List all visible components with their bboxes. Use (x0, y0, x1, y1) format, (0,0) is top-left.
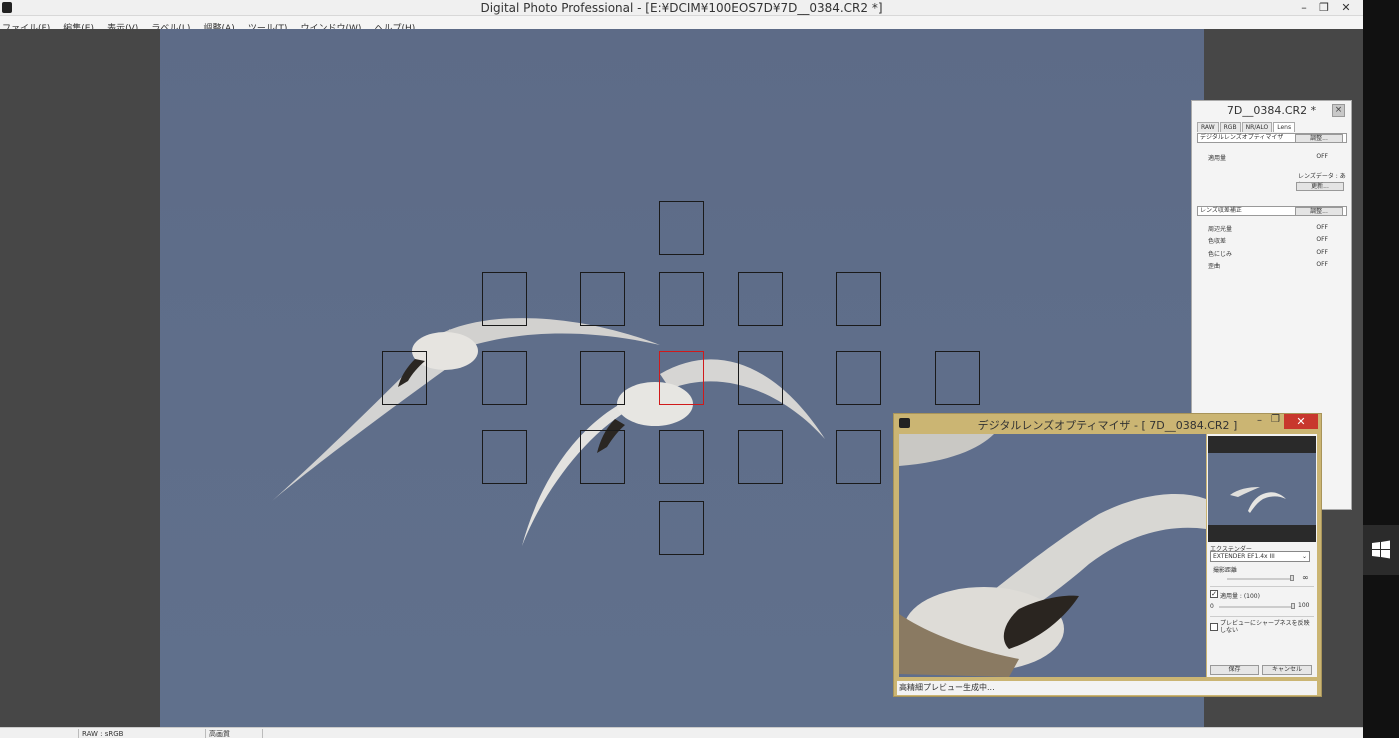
aberration-row: 歪曲 OFF (1208, 261, 1328, 270)
distance-slider-track[interactable] (1227, 578, 1293, 580)
sharpness-checkbox[interactable] (1210, 623, 1218, 631)
distance-slider-handle[interactable] (1290, 575, 1294, 581)
palette-tabs: RAW RGB NR/ALO Lens (1197, 122, 1296, 132)
divider (1210, 586, 1314, 587)
extender-value: EXTENDER EF1.4x III (1213, 553, 1275, 560)
distance-infinity: ∞ (1302, 573, 1309, 582)
af-point (382, 351, 427, 405)
af-point (738, 351, 783, 405)
af-point (580, 272, 625, 326)
af-point (836, 272, 881, 326)
status-divider (262, 729, 266, 738)
aberration-row-value: OFF (1316, 224, 1328, 231)
restore-button[interactable]: ❐ (1314, 0, 1334, 15)
aberration-row-label: 色収差 (1208, 238, 1227, 245)
close-button[interactable]: ✕ (1336, 0, 1356, 15)
tab-nr-alo[interactable]: NR/ALO (1241, 122, 1273, 132)
tab-rgb[interactable]: RGB (1219, 122, 1241, 132)
af-point (935, 351, 980, 405)
windows-logo-icon (1372, 540, 1390, 559)
save-button[interactable]: 保存 (1210, 665, 1259, 675)
menu-bar: ファイル(F) 編集(E) 表示(V) ラベル(L) 調整(A) ツール(T) … (0, 16, 1363, 34)
tab-raw[interactable]: RAW (1197, 122, 1219, 132)
af-point (659, 272, 704, 326)
windows-start-tile[interactable] (1363, 525, 1399, 575)
af-point (580, 430, 625, 484)
af-point (738, 272, 783, 326)
apply-amount-value: OFF (1316, 153, 1328, 160)
thumbnail-photo (1208, 453, 1316, 525)
update-button[interactable]: 更新... (1296, 182, 1344, 191)
aberration-row-value: OFF (1316, 249, 1328, 256)
aberration-row-label: 歪曲 (1208, 263, 1221, 270)
af-point (482, 272, 527, 326)
cancel-button[interactable]: キャンセル (1262, 665, 1312, 675)
aberration-row-label: 色にじみ (1208, 251, 1233, 258)
status-color-space: RAW : sRGB (78, 729, 205, 738)
apply-min-label: 0 (1210, 603, 1214, 610)
palette-close-button[interactable]: × (1332, 104, 1345, 117)
tab-lens[interactable]: Lens (1273, 122, 1296, 132)
dlo-zoom-preview[interactable] (899, 434, 1206, 677)
af-point (836, 430, 881, 484)
apply-amount-check-label: 適用量 : (100) (1220, 593, 1260, 600)
apply-amount-checkbox[interactable]: ✓ (1210, 590, 1218, 598)
extender-select[interactable]: EXTENDER EF1.4x III ⌄ (1210, 551, 1310, 562)
aberration-row: 色収差 OFF (1208, 236, 1328, 245)
aberration-row-value: OFF (1316, 261, 1328, 268)
aberration-row-label: 周辺光量 (1208, 226, 1233, 233)
dialog-status: 高精細プレビュー生成中... (897, 681, 1317, 695)
af-point (836, 351, 881, 405)
aberration-row: 色にじみ OFF (1208, 249, 1328, 258)
apply-amount-label: 適用量 (1208, 155, 1227, 162)
dialog-minimize-button[interactable]: – (1257, 415, 1262, 426)
apply-amount-slider-handle[interactable] (1291, 603, 1295, 609)
af-point (659, 201, 704, 255)
af-point (659, 501, 704, 555)
aberration-row: 周辺光量 OFF (1208, 224, 1328, 233)
apply-amount-row: 適用量 OFF (1208, 153, 1328, 162)
palette-title: 7D__0384.CR2 * (1226, 104, 1317, 117)
dialog-close-button[interactable]: ✕ (1284, 414, 1318, 429)
af-point (482, 430, 527, 484)
window-title: Digital Photo Professional - [E:¥DCIM¥10… (480, 1, 883, 15)
desktop-edge (1363, 0, 1399, 738)
distance-label: 撮影距離 (1213, 567, 1238, 574)
sharpness-label: プレビューにシャープネスを反映しない (1220, 620, 1310, 634)
apply-max-label: 100 (1298, 602, 1310, 609)
apply-amount-slider-track[interactable] (1219, 606, 1294, 608)
navigator-thumbnail[interactable] (1208, 436, 1316, 542)
thumbnail-swans (1230, 487, 1286, 513)
af-point (580, 351, 625, 405)
dlo-settings-panel: エクステンダー EXTENDER EF1.4x III ⌄ 撮影距離 ∞ ✓ 適… (1207, 434, 1317, 677)
aberration-adjust-button[interactable]: 調整... (1295, 207, 1343, 216)
af-point (659, 430, 704, 484)
af-point-active (659, 351, 704, 405)
dlo-adjust-button[interactable]: 調整... (1295, 134, 1343, 143)
zoomed-swan-image (899, 434, 1206, 677)
af-point (738, 430, 783, 484)
screen: Digital Photo Professional - [E:¥DCIM¥10… (0, 0, 1399, 738)
aberration-row-value: OFF (1316, 236, 1328, 243)
divider (1210, 616, 1314, 617)
chevron-down-icon: ⌄ (1301, 553, 1307, 560)
status-quality: 高画質 (205, 729, 262, 738)
main-title-bar[interactable]: Digital Photo Professional - [E:¥DCIM¥10… (0, 0, 1363, 16)
dlo-dialog[interactable]: デジタルレンズオプティマイザ - [ 7D__0384.CR2 ] – ❐ ✕ (893, 413, 1322, 697)
af-point (482, 351, 527, 405)
minimize-button[interactable]: – (1294, 0, 1314, 15)
status-bar: RAW : sRGB 高画質 (0, 727, 1363, 738)
dialog-maximize-button[interactable]: ❐ (1271, 414, 1280, 425)
